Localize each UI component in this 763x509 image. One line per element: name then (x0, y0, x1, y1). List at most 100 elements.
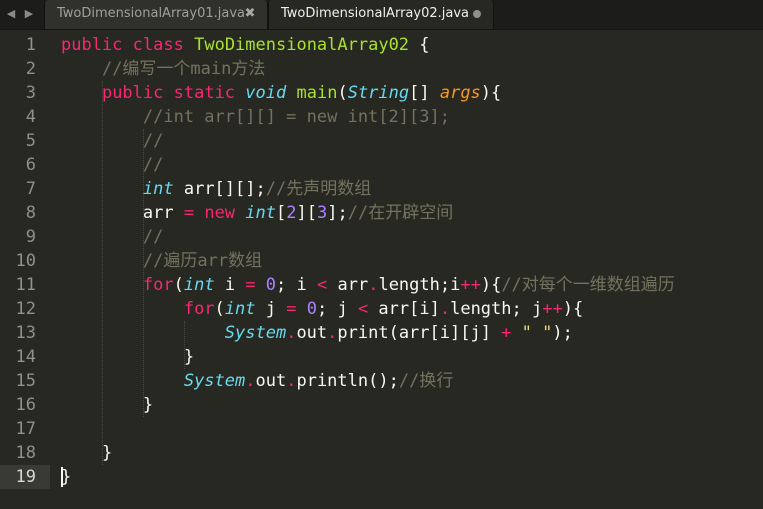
code-token: ); (552, 323, 573, 343)
line-number: 5 (25, 131, 36, 151)
triangle-left-icon[interactable]: ◀ (4, 6, 18, 22)
line-number: 9 (25, 227, 36, 247)
code-token: ){ (480, 275, 502, 295)
line-number: 6 (25, 155, 36, 175)
code-line[interactable]: //int arr[][] = new int[2][3]; (61, 105, 450, 129)
unsaved-dot-icon[interactable] (473, 10, 481, 18)
code-token: //int arr[][] = new int[2][3]; (142, 107, 450, 127)
code-editor[interactable]: 1 2 3 4 5 6 7 8 9 10 11 12 13 14 15 16 17 18 19 public cla… (0, 30, 763, 509)
code-token: //先声明数组 (265, 179, 372, 199)
code-area[interactable]: public class TwoDimensionalArray02 { //编… (61, 30, 763, 509)
code-token: } (61, 347, 195, 367)
code-line[interactable]: System.out.println();//换行 (61, 369, 453, 393)
code-token: ++ (542, 299, 563, 319)
code-line[interactable]: public class TwoDimensionalArray02 { (61, 33, 430, 57)
code-line[interactable]: //编写一个main方法 (61, 57, 265, 81)
code-line[interactable]: } (61, 393, 153, 417)
code-token: //编写一个main方法 (101, 59, 266, 79)
tab-bar: ◀ ▶ TwoDimensionalArray01.java ✖ TwoDime… (0, 0, 763, 30)
code-line[interactable]: public static void main(String[] args){ (61, 81, 501, 105)
code-token: ; i (276, 275, 317, 295)
triangle-right-icon[interactable]: ▶ (22, 6, 36, 22)
code-token: = (286, 299, 297, 319)
code-token: System (183, 371, 246, 391)
code-line[interactable]: } (61, 441, 112, 465)
code-token: for (183, 299, 215, 319)
code-token: . (327, 323, 338, 343)
code-line[interactable]: arr = new int[2][3];//在开辟空间 (61, 201, 453, 225)
code-line[interactable]: int arr[][];//先声明数组 (61, 177, 371, 201)
code-token: } (61, 395, 154, 415)
code-token: } (61, 443, 113, 463)
code-token: // (142, 227, 164, 247)
code-line[interactable]: for(int j = 0; j < arr[i].length; j++){ (61, 297, 583, 321)
code-token: ){ (562, 299, 584, 319)
line-number: 15 (15, 371, 36, 391)
code-line[interactable]: for(int i = 0; i < arr.length;i++){//对每个… (61, 273, 675, 297)
code-token: ][ (296, 203, 317, 223)
line-number: 4 (25, 107, 36, 127)
code-line[interactable]: // (61, 153, 163, 177)
code-token: //换行 (398, 371, 454, 391)
code-line[interactable]: } (61, 345, 194, 369)
close-icon[interactable]: ✖ (243, 6, 257, 22)
code-token: ){ (480, 83, 502, 103)
code-token: int (142, 179, 174, 199)
tab-twodimensionalarray01[interactable]: TwoDimensionalArray01.java ✖ (44, 0, 268, 29)
line-number: 7 (25, 179, 36, 199)
line-number: 3 (25, 83, 36, 103)
code-token: { (409, 35, 430, 55)
code-token: println(); (296, 371, 399, 391)
text-caret (61, 467, 63, 487)
code-token: j (255, 299, 287, 319)
line-number: 11 (15, 275, 36, 295)
line-number: 2 (25, 59, 36, 79)
code-token: 2 (286, 203, 297, 223)
code-token: arr[i] (368, 299, 440, 319)
code-token: length;i (378, 275, 461, 295)
code-token: //对每个一维数组遍历 (501, 275, 675, 295)
code-line[interactable]: // (61, 129, 163, 153)
code-line[interactable]: // (61, 225, 163, 249)
code-token: arr (61, 203, 184, 223)
code-token: 3 (317, 203, 328, 223)
code-token: // (142, 155, 164, 175)
line-number: 8 (25, 203, 36, 223)
code-token: . (286, 323, 297, 343)
code-token: int (245, 203, 277, 223)
code-token: arr[][]; (173, 179, 266, 199)
tab-twodimensionalarray02[interactable]: TwoDimensionalArray02.java (268, 0, 494, 29)
code-token: ]; (327, 203, 348, 223)
code-token: TwoDimensionalArray02 (194, 35, 410, 55)
code-token: . (368, 275, 379, 295)
code-token: int (224, 299, 256, 319)
code-token: 0 (265, 275, 277, 295)
code-line[interactable]: System.out.print(arr[i][j] + " "); (61, 321, 573, 345)
code-token: // (142, 131, 164, 151)
code-token: static (173, 83, 236, 103)
code-token: [ (276, 203, 287, 223)
code-token: new (204, 203, 236, 223)
code-token: ++ (460, 275, 481, 295)
code-token: main (296, 83, 338, 103)
line-number: 10 (15, 251, 36, 271)
code-line[interactable]: //遍历arr数组 (61, 249, 262, 273)
code-token: = (245, 275, 256, 295)
code-token: . (439, 299, 451, 319)
line-number: 12 (15, 299, 36, 319)
code-token: . (245, 371, 256, 391)
tab-label: TwoDimensionalArray01.java (57, 6, 245, 21)
code-token: ( (173, 275, 184, 295)
tab-label: TwoDimensionalArray02.java (281, 6, 469, 21)
